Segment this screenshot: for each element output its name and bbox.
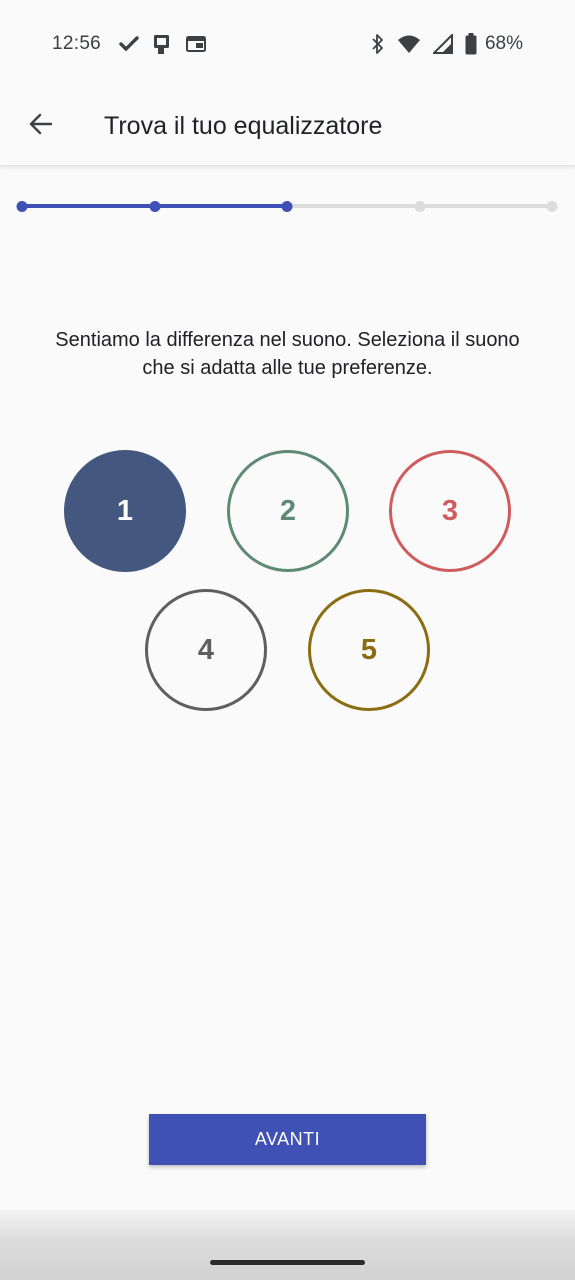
sim-icon	[151, 33, 173, 55]
home-handle[interactable]	[210, 1260, 365, 1265]
stepper-dot-3	[281, 201, 293, 212]
battery-icon	[465, 33, 477, 55]
signal-icon	[432, 34, 453, 54]
status-time: 12:56	[52, 33, 102, 54]
check-icon	[119, 35, 139, 53]
instruction-text: Sentiamo la differenza nel suono. Selezi…	[55, 329, 520, 379]
back-button[interactable]	[0, 88, 82, 166]
stepper-dot-2	[149, 201, 160, 212]
app-bar: Trova il tuo equalizzatore	[0, 88, 575, 166]
option-1-button[interactable]: 1	[64, 450, 186, 572]
option-label: 5	[360, 633, 378, 666]
option-5-button[interactable]: 5	[308, 589, 430, 711]
option-label: 4	[197, 633, 215, 666]
wifi-icon	[397, 34, 421, 54]
stepper-dot-4	[414, 201, 425, 212]
status-bar: 12:56 68%	[0, 0, 575, 88]
stepper-dot-1	[16, 201, 28, 212]
status-right: 68%	[371, 33, 523, 55]
cast-icon	[185, 34, 207, 54]
arrow-left-icon	[28, 111, 54, 142]
battery-percent: 68%	[484, 33, 523, 54]
option-label: 3	[441, 494, 459, 527]
page-title: Trova il tuo equalizzatore	[104, 112, 383, 140]
progress-stepper	[16, 200, 558, 212]
status-left: 12:56	[52, 33, 207, 55]
option-2-button[interactable]: 2	[227, 450, 349, 572]
option-label: 2	[279, 494, 297, 527]
option-3-button[interactable]: 3	[389, 450, 511, 572]
next-button[interactable]: AVANTI	[149, 1114, 426, 1165]
screen: 12:56 68% Trova il tuo equalizzatore Sen…	[0, 0, 575, 1280]
navigation-bar	[0, 1210, 575, 1280]
bluetooth-icon	[371, 33, 385, 55]
option-4-button[interactable]: 4	[145, 589, 267, 711]
stepper-dot-5	[546, 201, 558, 212]
option-label: 1	[116, 494, 134, 527]
